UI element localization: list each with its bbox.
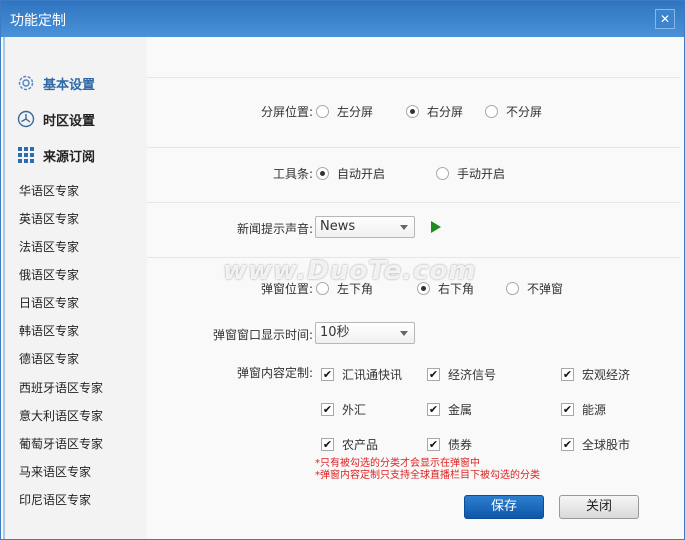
clock-icon (17, 110, 35, 128)
sidebar-item-english-experts[interactable]: 英语区专家 (19, 210, 79, 227)
checkbox-label: 金属 (448, 403, 473, 417)
close-button[interactable]: 关闭 (559, 495, 639, 519)
radio-indicator (406, 105, 419, 118)
sidebar-item-source-subscription[interactable]: 来源订阅 (17, 143, 95, 167)
customization-dialog: 功能定制 ✕ 基本设置 时区设置 来源订阅 华语区专家 英语区专家 法语区专家 … (0, 0, 685, 540)
checkbox-indicator: ✔ (561, 403, 574, 416)
radio-label: 右分屏 (427, 105, 464, 119)
checkbox-indicator: ✔ (427, 368, 440, 381)
radio-label: 左分屏 (337, 105, 374, 119)
radio-indicator (417, 282, 430, 295)
select-value: 10秒 (320, 325, 350, 340)
radio-popup-none[interactable]: 不弹窗 (506, 280, 563, 297)
gear-icon (17, 74, 35, 92)
chevron-down-icon (400, 225, 408, 230)
dialog-title: 功能定制 (10, 13, 66, 29)
sidebar-item-russian-experts[interactable]: 俄语区专家 (19, 266, 79, 283)
sidebar-item-malay-experts[interactable]: 马来语区专家 (19, 463, 91, 480)
sidebar-item-spanish-experts[interactable]: 西班牙语区专家 (19, 379, 103, 396)
sidebar-item-indonesian-experts[interactable]: 印尼语区专家 (19, 491, 91, 508)
checkbox-energy[interactable]: ✔ 能源 (561, 401, 606, 418)
checkbox-label: 经济信号 (448, 368, 497, 382)
radio-indicator (436, 167, 449, 180)
radio-label: 不弹窗 (527, 282, 564, 296)
chevron-down-icon (400, 331, 408, 336)
checkbox-indicator: ✔ (321, 438, 334, 451)
radio-label: 自动开启 (337, 167, 386, 181)
radio-label: 右下角 (438, 282, 475, 296)
sidebar-item-chinese-experts[interactable]: 华语区专家 (19, 182, 79, 199)
checkbox-forex[interactable]: ✔ 外汇 (321, 401, 366, 418)
popup-content-label: 弹窗内容定制: (236, 366, 313, 380)
close-icon[interactable]: ✕ (655, 9, 675, 29)
title-bar[interactable]: 功能定制 ✕ (1, 1, 684, 37)
popup-time-label: 弹窗窗口显示时间: (212, 328, 313, 342)
checkbox-indicator: ✔ (561, 438, 574, 451)
sidebar: 基本设置 时区设置 来源订阅 华语区专家 英语区专家 法语区专家 俄语区专家 日… (3, 37, 147, 539)
checkbox-metals[interactable]: ✔ 金属 (427, 401, 472, 418)
checkbox-label: 宏观经济 (582, 368, 631, 382)
checkbox-label: 汇讯通快讯 (342, 368, 403, 382)
radio-split-left[interactable]: 左分屏 (316, 103, 373, 120)
divider (147, 202, 680, 203)
radio-label: 手动开启 (457, 167, 506, 181)
note-text: *弹窗内容定制只支持全球直播栏目下被勾选的分类 (315, 470, 540, 481)
grid-icon (17, 146, 35, 164)
checkbox-label: 债券 (448, 438, 473, 452)
sidebar-item-timezone[interactable]: 时区设置 (17, 107, 95, 131)
checkbox-indicator: ✔ (561, 368, 574, 381)
sidebar-item-label: 基本设置 (43, 77, 96, 93)
news-sound-select[interactable]: News (315, 216, 415, 238)
radio-label: 左下角 (337, 282, 374, 296)
checkbox-macro-economy[interactable]: ✔ 宏观经济 (561, 366, 630, 383)
checkbox-label: 外汇 (342, 403, 367, 417)
sidebar-item-german-experts[interactable]: 德语区专家 (19, 350, 79, 367)
divider (147, 77, 680, 78)
divider (147, 147, 680, 148)
popup-time-select[interactable]: 10秒 (315, 322, 415, 344)
toolbar-label: 工具条: (272, 167, 313, 181)
checkbox-label: 能源 (582, 403, 607, 417)
radio-indicator (485, 105, 498, 118)
sidebar-item-korean-experts[interactable]: 韩语区专家 (19, 322, 79, 339)
news-sound-label: 新闻提示声音: (236, 222, 313, 236)
play-icon[interactable] (431, 221, 441, 233)
checkbox-indicator: ✔ (321, 368, 334, 381)
radio-popup-bottom-left[interactable]: 左下角 (316, 280, 373, 297)
checkbox-economic-signal[interactable]: ✔ 经济信号 (427, 366, 496, 383)
checkbox-bonds[interactable]: ✔ 债券 (427, 436, 472, 453)
sidebar-item-french-experts[interactable]: 法语区专家 (19, 238, 79, 255)
sidebar-item-italian-experts[interactable]: 意大利语区专家 (19, 407, 103, 424)
checkbox-label: 全球股市 (582, 438, 631, 452)
popup-position-label: 弹窗位置: (260, 282, 313, 296)
radio-popup-bottom-right[interactable]: 右下角 (417, 280, 474, 297)
sidebar-item-portuguese-experts[interactable]: 葡萄牙语区专家 (19, 435, 103, 452)
sidebar-item-label: 时区设置 (43, 113, 96, 129)
select-value: News (320, 219, 356, 234)
split-position-label: 分屏位置: (260, 105, 313, 119)
checkbox-indicator: ✔ (427, 438, 440, 451)
checkbox-indicator: ✔ (321, 403, 334, 416)
checkbox-label: 农产品 (342, 438, 379, 452)
radio-toolbar-manual[interactable]: 手动开启 (436, 165, 505, 182)
sidebar-item-basic-settings[interactable]: 基本设置 (17, 71, 95, 95)
radio-indicator (506, 282, 519, 295)
radio-indicator (316, 167, 329, 180)
sidebar-item-label: 来源订阅 (43, 149, 96, 165)
checkbox-global-stocks[interactable]: ✔ 全球股市 (561, 436, 630, 453)
checkbox-agriculture[interactable]: ✔ 农产品 (321, 436, 378, 453)
radio-split-right[interactable]: 右分屏 (406, 103, 463, 120)
settings-panel: 分屏位置: 左分屏 右分屏 不分屏 工具条: 自动开启 手动开启 新闻提示声音:… (147, 37, 684, 539)
radio-label: 不分屏 (506, 105, 543, 119)
save-button[interactable]: 保存 (464, 495, 544, 519)
checkbox-indicator: ✔ (427, 403, 440, 416)
radio-toolbar-auto[interactable]: 自动开启 (316, 165, 385, 182)
radio-indicator (316, 105, 329, 118)
checkbox-flash-news[interactable]: ✔ 汇讯通快讯 (321, 366, 402, 383)
note-text: *只有被勾选的分类才会显示在弹窗中 (315, 458, 480, 469)
radio-indicator (316, 282, 329, 295)
radio-split-none[interactable]: 不分屏 (485, 103, 542, 120)
sidebar-item-japanese-experts[interactable]: 日语区专家 (19, 294, 79, 311)
